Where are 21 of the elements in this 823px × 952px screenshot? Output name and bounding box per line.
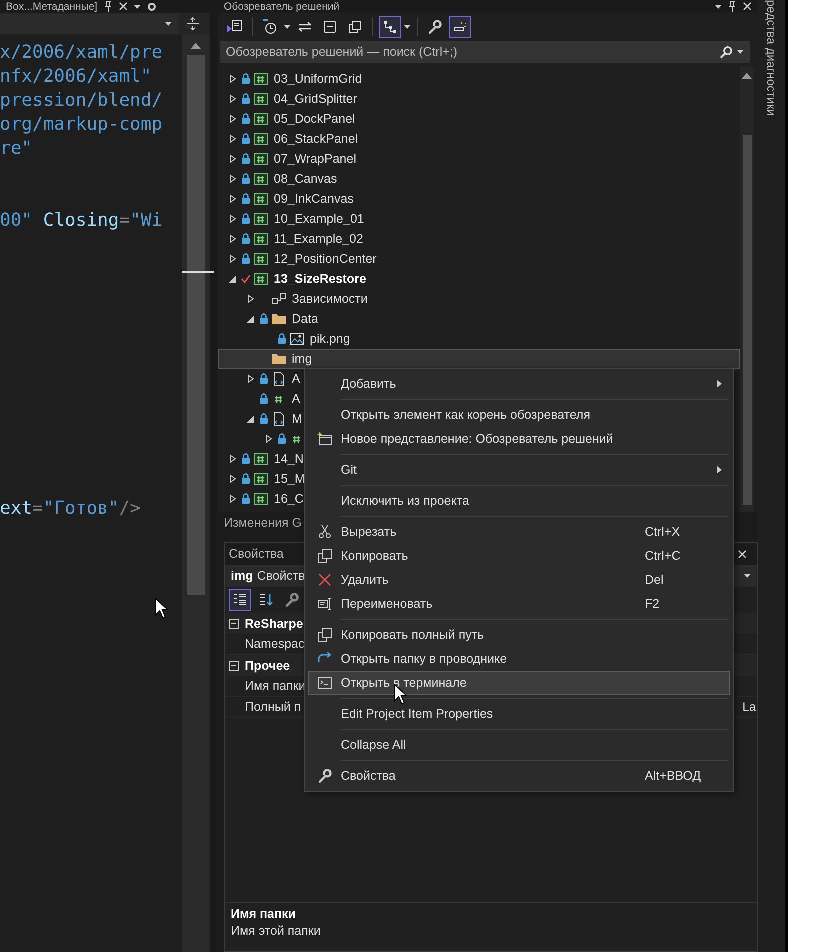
property-value: La xyxy=(742,700,756,714)
property-name: Namespac xyxy=(245,637,305,651)
shortcut-text: Ctrl+X xyxy=(645,525,680,539)
category-label: ReSharpe xyxy=(245,616,304,630)
description-title: Имя папки xyxy=(231,907,297,921)
code-line: x/2006/xaml/pre xyxy=(0,41,164,65)
shortcut-text: Alt+ВВОД xyxy=(645,769,702,783)
shortcut-text: Ctrl+C xyxy=(645,549,681,563)
code-line: ext="Готов"/> xyxy=(0,497,142,521)
code-line: re" xyxy=(0,137,34,161)
code-line: 00" Closing="Wi xyxy=(0,209,164,233)
property-name: Полный п xyxy=(245,700,302,714)
description-text: Имя этой папки xyxy=(231,924,322,938)
panel-title: Обозреватель решений xyxy=(224,0,340,12)
panel-title: Свойства xyxy=(229,547,284,561)
code-line: pression/blend/ xyxy=(0,89,164,113)
code-line: nfx/2006/xaml" xyxy=(0,65,153,89)
shortcut-text: Del xyxy=(645,573,664,587)
shortcut-text: F2 xyxy=(645,597,660,611)
category-label: Прочее xyxy=(245,658,290,672)
code-line: org/markup-comp xyxy=(0,113,164,137)
